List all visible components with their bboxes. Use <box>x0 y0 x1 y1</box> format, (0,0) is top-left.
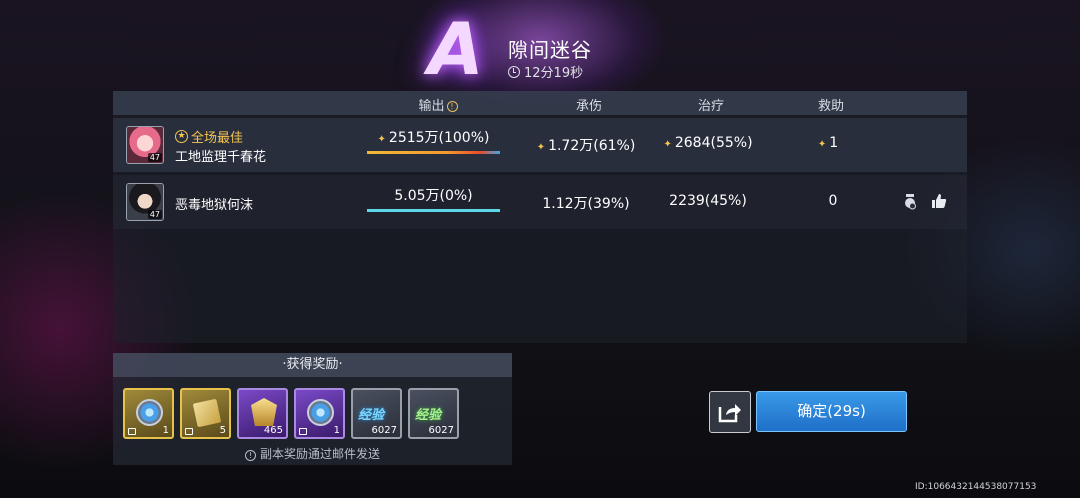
reward-items: 1 5 465 1 经验 6027 经验 6027 <box>123 388 459 439</box>
grade-letter: A <box>428 7 484 91</box>
damage-taken-value: ✦ 1.72万(61%) <box>536 138 636 154</box>
exp-blue-icon: 经验 <box>358 408 385 423</box>
player-level: 47 <box>147 153 162 162</box>
rewards-note: ! 副本奖励通过邮件发送 <box>113 445 512 462</box>
avatar[interactable]: 47 <box>126 126 164 164</box>
output-value: ✦ 2515万(100%) <box>377 130 490 146</box>
reward-item[interactable]: 经验 6027 <box>351 388 402 439</box>
avatar[interactable]: 47 <box>126 183 164 221</box>
lock-icon <box>128 428 136 435</box>
stats-panel: 输出! 承伤 治疗 救助 47 ★ 全场最佳 工地监理千春花 ✦ 2515万(10… <box>113 91 967 343</box>
clock-icon <box>508 65 520 78</box>
sparkle-icon: ✦ <box>663 139 672 150</box>
medal-icon[interactable] <box>903 194 917 210</box>
healing-value: ✦ 2684(55%) <box>663 135 753 151</box>
player-row[interactable]: 47 ★ 全场最佳 工地监理千春花 ✦ 2515万(100%) ✦ 1.72万(61… <box>113 118 967 172</box>
clear-time-value: 12分19秒 <box>524 66 584 81</box>
sparkle-icon: ✦ <box>536 142 546 153</box>
star-icon: ★ <box>175 130 188 143</box>
sparkle-icon: ✦ <box>377 134 386 145</box>
reward-item[interactable]: 465 <box>237 388 288 439</box>
healing-value: 2239(45%) <box>669 193 747 209</box>
stage-name: 隙间迷谷 <box>508 38 592 62</box>
crystal-gem-icon <box>307 399 334 426</box>
rewards-panel: ·获得奖励· 1 5 465 1 经验 6027 经验 6027 ! 副本奖励通… <box>113 353 512 465</box>
info-icon[interactable]: ! <box>446 101 458 112</box>
sparkle-icon: ✦ <box>817 139 827 150</box>
stats-header: 输出! 承伤 治疗 救助 <box>113 91 967 115</box>
rescue-value: ✦ 1 <box>817 135 839 151</box>
player-row[interactable]: 47 恶毒地狱何沫 5.05万(0%) 1.12万(39%) 2239(45%)… <box>113 175 967 229</box>
crest-icon <box>251 398 277 426</box>
reward-item[interactable]: 1 <box>294 388 345 439</box>
mvp-badge: ★ 全场最佳 <box>175 127 243 146</box>
output-bar <box>367 151 500 154</box>
clear-time: 12分19秒 <box>508 62 583 81</box>
thumbs-up-icon[interactable] <box>931 193 947 209</box>
confirm-button[interactable]: 确定(29s) <box>756 391 907 432</box>
reward-item[interactable]: 5 <box>180 388 231 439</box>
output-value: 5.05万(0%) <box>394 188 473 204</box>
share-icon <box>718 404 741 423</box>
header-rescue: 救助 <box>817 99 844 114</box>
user-id: ID:1066432144538077153 <box>915 482 1037 492</box>
header-output[interactable]: 输出! <box>408 95 468 114</box>
player-level: 47 <box>147 210 162 219</box>
tickets-icon <box>192 398 222 428</box>
crystal-gem-icon <box>136 399 163 426</box>
damage-taken-value: 1.12万(39%) <box>542 196 630 212</box>
header-healing: 治疗 <box>697 99 724 114</box>
lock-icon <box>299 428 307 435</box>
rewards-title: ·获得奖励· <box>113 353 512 377</box>
header-damage-taken: 承伤 <box>575 99 602 114</box>
info-icon: ! <box>244 450 256 461</box>
output-bar <box>367 209 500 212</box>
rescue-value: 0 <box>828 193 838 209</box>
lock-icon <box>185 428 193 435</box>
share-button[interactable] <box>709 391 751 433</box>
player-name: 工地监理千春花 <box>175 150 267 165</box>
player-name: 恶毒地狱何沫 <box>175 198 254 213</box>
reward-item[interactable]: 1 <box>123 388 174 439</box>
exp-green-icon: 经验 <box>415 408 442 423</box>
reward-item[interactable]: 经验 6027 <box>408 388 459 439</box>
